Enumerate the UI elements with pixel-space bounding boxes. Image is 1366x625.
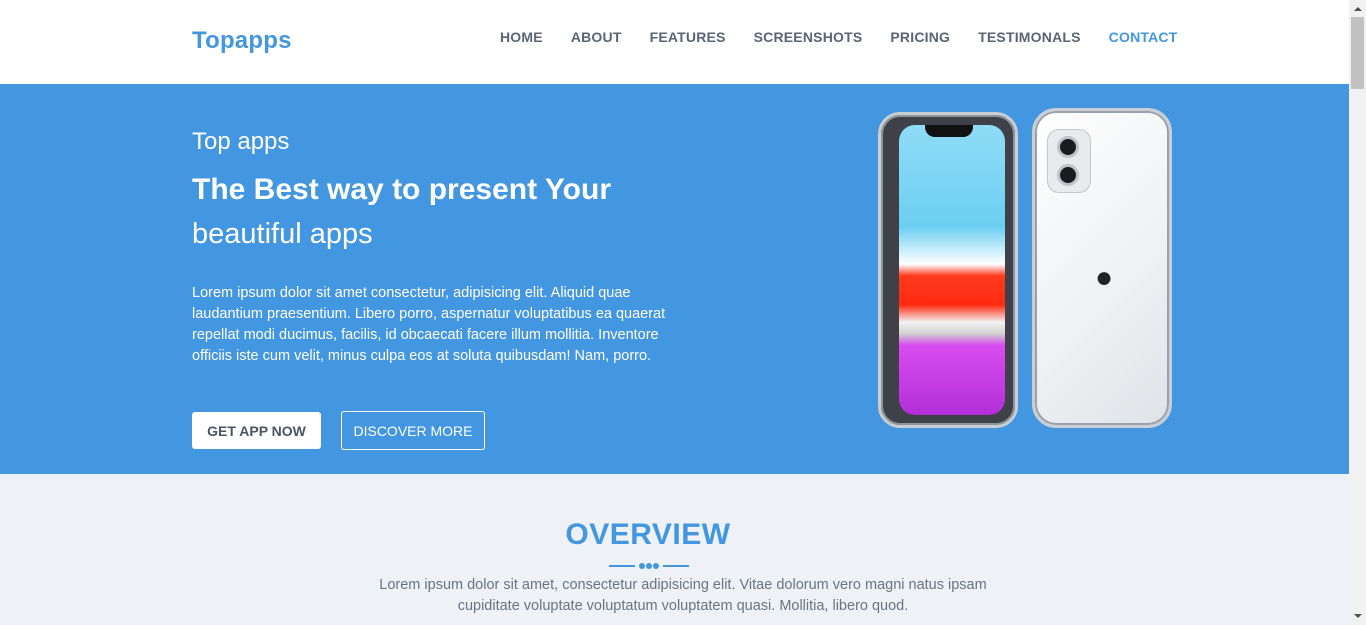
nav-screenshots[interactable]: SCREENSHOTS (754, 29, 863, 45)
site-header: Topapps HOME ABOUT FEATURES SCREENSHOTS … (0, 0, 1349, 84)
nav-testimonals[interactable]: TESTIMONALS (978, 29, 1081, 45)
divider-line (609, 565, 635, 567)
scroll-up-arrow-icon[interactable] (1349, 0, 1366, 17)
divider-line (663, 565, 689, 567)
hero-eyebrow: Top apps (192, 128, 290, 155)
hero-headline: The Best way to present Your beautiful a… (192, 172, 662, 256)
overview-title: OVERVIEW (565, 518, 731, 551)
divider-dot (646, 563, 652, 569)
hero-headline-light: beautiful apps (192, 218, 373, 250)
camera-lens-icon (1057, 164, 1079, 186)
title-divider (609, 562, 689, 570)
phone-notch (925, 125, 973, 137)
scroll-down-arrow-icon[interactable] (1349, 608, 1366, 625)
main-nav: HOME ABOUT FEATURES SCREENSHOTS PRICING … (500, 29, 1205, 45)
overview-text: Lorem ipsum dolor sit amet, consectetur … (379, 577, 987, 614)
hero-section: Top apps The Best way to present Your be… (0, 84, 1349, 474)
camera-module (1047, 129, 1091, 193)
phone-image: ● (876, 108, 1176, 432)
discover-more-button[interactable]: DISCOVER MORE (341, 411, 485, 450)
hero-description: Lorem ipsum dolor sit amet consectetur, … (192, 285, 666, 364)
overview-section: OVERVIEW Lorem ipsum dolor sit amet, con… (0, 474, 1349, 625)
apple-logo-icon: ● (1095, 261, 1114, 294)
divider-dot (639, 563, 645, 569)
divider-dot (653, 563, 659, 569)
nav-about[interactable]: ABOUT (571, 29, 622, 45)
page-scrollbar[interactable] (1349, 0, 1366, 625)
nav-contact[interactable]: CONTACT (1109, 29, 1178, 45)
nav-features[interactable]: FEATURES (650, 29, 726, 45)
scroll-thumb[interactable] (1351, 17, 1364, 89)
hero-headline-strong: The Best way to present Your (192, 173, 611, 206)
phone-front (878, 112, 1018, 428)
nav-home[interactable]: HOME (500, 29, 543, 45)
phone-back: ● (1032, 108, 1172, 428)
get-app-now-button[interactable]: GET APP NOW (192, 412, 321, 449)
phone-screen (899, 125, 1005, 415)
site-logo[interactable]: Topapps (192, 27, 292, 55)
camera-lens-icon (1057, 136, 1079, 158)
nav-pricing[interactable]: PRICING (890, 29, 950, 45)
